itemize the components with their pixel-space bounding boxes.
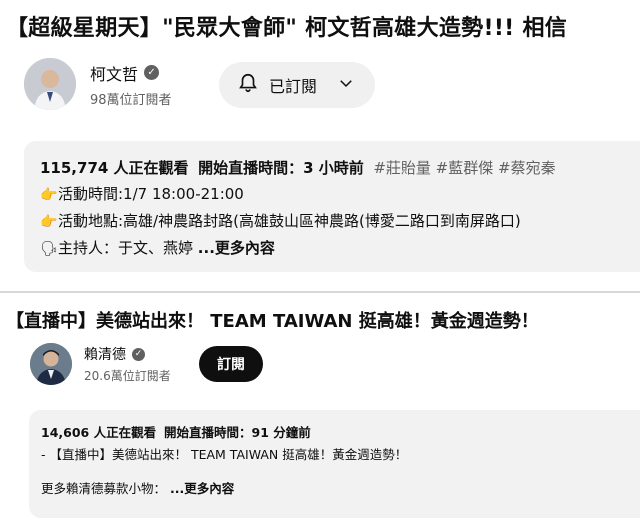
video-title: 【直播中】美德站出來！ TEAM TAIWAN 挺高雄！黃金週造勢！ <box>6 311 539 332</box>
show-more-link[interactable]: ...更多內容 <box>170 481 234 496</box>
channel-name[interactable]: 柯文哲 <box>90 61 138 85</box>
subscribed-label: 已訂閱 <box>269 77 318 96</box>
donation-line: 更多賴清德募款小物： <box>41 481 167 496</box>
description-box[interactable]: 115,774 人正在觀看 開始直播時間：3 小時前 #莊貽量 #藍群傑 #蔡宛… <box>24 141 640 272</box>
pointing-hand-icon: 👉 <box>40 214 58 230</box>
start-time: 開始直播時間：91 分鐘前 <box>164 425 311 440</box>
avatar[interactable] <box>30 343 72 385</box>
show-more-link[interactable]: ...更多內容 <box>198 239 275 257</box>
viewer-count: 14,606 人正在觀看 <box>41 425 157 440</box>
verified-check-icon: ✓ <box>144 65 160 80</box>
subscribed-button[interactable]: 已訂閱 <box>219 62 375 108</box>
hashtag-link[interactable]: #莊貽量 <box>373 159 431 177</box>
video-title: 【超級星期天】"民眾大會師" 柯文哲高雄大造勢!!! 相信 <box>6 16 568 41</box>
avatar[interactable] <box>24 58 76 110</box>
viewer-count: 115,774 人正在觀看 <box>40 159 189 177</box>
channel-name[interactable]: 賴清德 <box>84 344 126 364</box>
subscribe-button[interactable]: 訂閱 <box>199 346 263 382</box>
channel-row: 賴清德 ✓ 20.6萬位訂閱者 <box>30 343 171 385</box>
event-time: 活動時間:1/7 18:00-21:00 <box>58 185 244 203</box>
speaking-head-icon: 🗣 <box>40 241 58 257</box>
hashtag-link[interactable]: #蔡宛秦 <box>498 159 556 177</box>
chevron-down-icon <box>337 74 355 96</box>
host-line: 主持人：于文、燕婷 <box>58 239 194 257</box>
event-location: 活動地點:高雄/神農路封路(高雄鼓山區神農路(博愛二路口到南屏路口) <box>58 212 521 230</box>
start-time: 開始直播時間：3 小時前 <box>198 159 364 177</box>
description-line: - 【直播中】美德站出來！ TEAM TAIWAN 挺高雄！黃金週造勢！ <box>41 447 408 462</box>
description-box[interactable]: 14,606 人正在觀看 開始直播時間：91 分鐘前 - 【直播中】美德站出來！… <box>29 410 640 518</box>
subscriber-count: 20.6萬位訂閱者 <box>84 369 171 383</box>
video-panel-kowj: 【超級星期天】"民眾大會師" 柯文哲高雄大造勢!!! 相信 柯文哲 ✓ 98萬位… <box>0 0 640 292</box>
divider <box>0 291 640 293</box>
bell-icon <box>237 72 259 98</box>
pointing-hand-icon: 👉 <box>40 187 58 203</box>
hashtag-link[interactable]: #藍群傑 <box>436 159 494 177</box>
verified-check-icon: ✓ <box>132 347 145 361</box>
subscriber-count: 98萬位訂閱者 <box>90 92 172 108</box>
channel-row: 柯文哲 ✓ 98萬位訂閱者 <box>24 58 172 110</box>
